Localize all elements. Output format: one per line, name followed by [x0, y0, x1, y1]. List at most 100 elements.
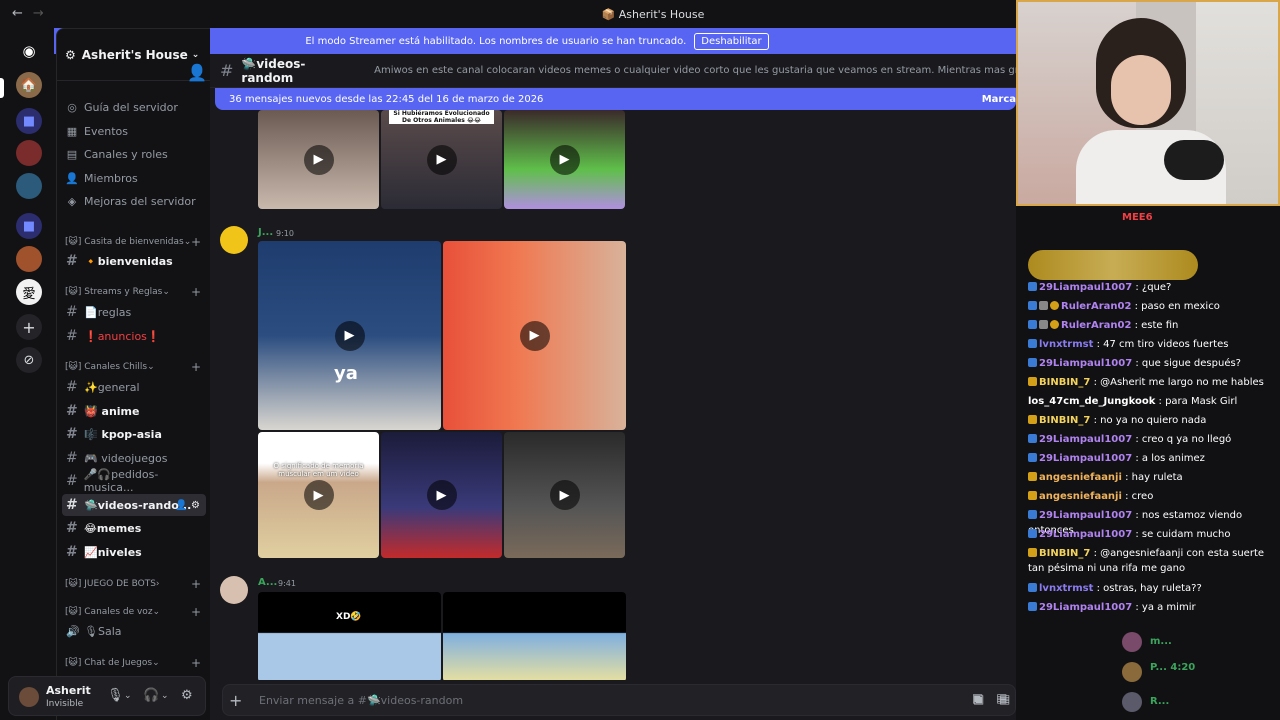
plus-icon[interactable]: + [191, 235, 201, 249]
settings-icon[interactable]: 👤 ⚙ [175, 500, 200, 511]
chat-message: lvnxtrmst : 47 cm tiro videos fuertes [1028, 337, 1278, 352]
list-icon: ▤ [66, 148, 78, 161]
message-composer[interactable]: + Enviar mensaje a #🛸videos-random ▣ ▤ ▧ [222, 684, 1016, 716]
badge-icon [1028, 415, 1037, 424]
menu-members[interactable]: 👤 Miembros [65, 172, 138, 185]
server-folder-icon[interactable]: ■ [16, 108, 42, 134]
channel-videos-random[interactable]: # 🛸videos-rando... 👤 ⚙ [62, 494, 206, 516]
play-icon[interactable]: ▶ [426, 144, 457, 175]
menu-boosts[interactable]: ◈ Mejoras del servidor [65, 195, 196, 208]
channel-bienvenidas[interactable]: # 🔸bienvenidas [62, 250, 206, 272]
play-icon[interactable]: ▶ [303, 144, 334, 175]
server-name: Asherit's House [81, 47, 188, 62]
category-voz[interactable]: [😺] Canales de voz ⌄ + [65, 605, 201, 619]
hash-icon: # [220, 61, 234, 80]
plus-icon[interactable]: + [191, 360, 201, 374]
badge-icon [1028, 548, 1037, 557]
video-attachment[interactable]: ▶ [504, 432, 625, 558]
plus-icon[interactable]: + [191, 285, 201, 299]
plus-icon[interactable]: + [191, 577, 201, 591]
play-icon[interactable]: ▶ [549, 144, 580, 175]
play-icon[interactable]: ▶ [303, 480, 334, 510]
chat-text: : este fin [1131, 320, 1179, 331]
video-attachment[interactable]: ▶ [443, 241, 626, 430]
chevron-down-icon[interactable]: ⌄ [124, 691, 132, 701]
channel-label: 👹 anime [84, 404, 140, 418]
chat-user: 29Liampaul1007 [1039, 529, 1133, 540]
category-casita[interactable]: [😺] Casita de bienvenidas ⌄ + [65, 235, 201, 249]
webcam-overlay [1016, 0, 1280, 206]
message-input[interactable]: Enviar mensaje a #🛸videos-random [259, 694, 463, 707]
new-messages-bar[interactable]: 36 mensajes nuevos desde las 22:45 del 1… [215, 88, 1016, 110]
channel-label: 🎼 kpop-asia [84, 427, 162, 441]
avatar[interactable] [220, 226, 248, 254]
menu-server-guide[interactable]: ◎ Guía del servidor [65, 101, 178, 114]
channel-anuncios[interactable]: # ❗anuncios❗ [62, 325, 206, 347]
video-attachment[interactable]: ▶ [504, 110, 625, 209]
message-list: ▶ Si Hubiéramos Evolucionado De Otros An… [210, 110, 1016, 680]
menu-events[interactable]: ▦ Eventos [65, 125, 128, 138]
play-icon[interactable]: ▶ [426, 480, 457, 510]
category-chat-juegos[interactable]: [😺] Chat de Juegos ⌄ + [65, 656, 201, 670]
video-attachment[interactable]: XD🤣 [258, 592, 441, 680]
channel-reglas[interactable]: # 📄reglas [62, 301, 206, 323]
explore-icon[interactable]: ⊘ [16, 347, 42, 373]
category-label: [😺] Chat de Juegos [65, 658, 153, 668]
video-attachment[interactable]: ▶ [381, 432, 502, 558]
channel-anime[interactable]: # 👹 anime [62, 400, 206, 422]
play-icon[interactable]: ▶ [334, 320, 365, 351]
channel-kpop-asia[interactable]: # 🎼 kpop-asia [62, 423, 206, 445]
add-member-icon[interactable]: 👤 [187, 63, 207, 82]
server-icon-2[interactable] [16, 140, 42, 166]
avatar[interactable] [19, 687, 39, 707]
gear-icon[interactable]: ⚙ [181, 688, 193, 703]
avatar[interactable] [220, 576, 248, 604]
channel-pedidos-musica[interactable]: # 🎤🎧pedidos-musica... [62, 468, 206, 494]
chevron-down-icon[interactable]: ⌄ [161, 691, 169, 701]
video-attachment[interactable] [443, 592, 626, 680]
mark-read-button[interactable]: Marca [982, 94, 1016, 105]
play-icon[interactable]: ▶ [549, 480, 580, 510]
plus-icon[interactable]: + [191, 605, 201, 619]
video-caption: ya [334, 363, 358, 384]
add-server-icon[interactable]: + [16, 314, 42, 340]
microphone-icon[interactable]: 🎙 [107, 688, 124, 703]
channel-memes[interactable]: # 😂memes [62, 517, 206, 539]
headphones-icon[interactable]: 🎧 [143, 688, 159, 703]
add-attachment-icon[interactable]: + [229, 691, 242, 710]
category-streams[interactable]: [😺] Streams y Reglas ⌄ + [65, 285, 201, 299]
video-attachment[interactable]: O significado de memoria muscular em um … [258, 432, 379, 558]
hash-icon: # [66, 497, 78, 513]
plus-icon[interactable]: + [191, 656, 201, 670]
server-folder-icon-2[interactable]: ■ [16, 213, 42, 239]
category-chills[interactable]: [😺] Canales Chills ⌄ + [65, 360, 201, 374]
server-icon-3[interactable] [16, 173, 42, 199]
video-attachment[interactable]: Si Hubiéramos Evolucionado De Otros Anim… [381, 110, 502, 209]
channel-general[interactable]: # ✨general [62, 376, 206, 398]
badge-icon [1028, 491, 1037, 500]
chat-text: : hay ruleta [1121, 472, 1183, 483]
chat-message: los_47cm_de_Jungkook : para Mask Girl [1028, 394, 1278, 409]
message-author[interactable]: A... [258, 577, 277, 588]
menu-label: Eventos [84, 125, 128, 138]
category-juego-bots[interactable]: [😺] JUEGO DE BOTS › + [65, 577, 201, 591]
gif-icon[interactable]: ▤ [996, 691, 1007, 705]
member-name: P... 4:20 [1150, 662, 1196, 673]
server-icon-5[interactable]: 愛 [16, 279, 42, 305]
server-icon-asherit[interactable]: 🏠 [16, 72, 42, 98]
server-icon-4[interactable] [16, 246, 42, 272]
discord-home-icon[interactable]: ◉ [16, 38, 42, 64]
chat-user: angesniefaanji [1039, 491, 1122, 502]
channel-sala[interactable]: 🔊 🎙Sala [62, 620, 206, 642]
message-author[interactable]: J... [258, 227, 273, 238]
channel-niveles[interactable]: # 📈niveles [62, 541, 206, 563]
badge-icon [1028, 339, 1037, 348]
channel-topic[interactable]: Amiwos en este canal colocaran videos me… [374, 65, 1016, 76]
menu-channels-roles[interactable]: ▤ Canales y roles [65, 148, 168, 161]
disable-streamer-button[interactable]: Deshabilitar [694, 32, 769, 50]
channel-videojuegos[interactable]: # 🎮 videojuegos [62, 447, 206, 469]
video-attachment[interactable]: ▶ ya [258, 241, 441, 430]
play-icon[interactable]: ▶ [519, 320, 550, 351]
video-attachment[interactable]: ▶ [258, 110, 379, 209]
gift-icon[interactable]: ▣ [972, 691, 983, 705]
